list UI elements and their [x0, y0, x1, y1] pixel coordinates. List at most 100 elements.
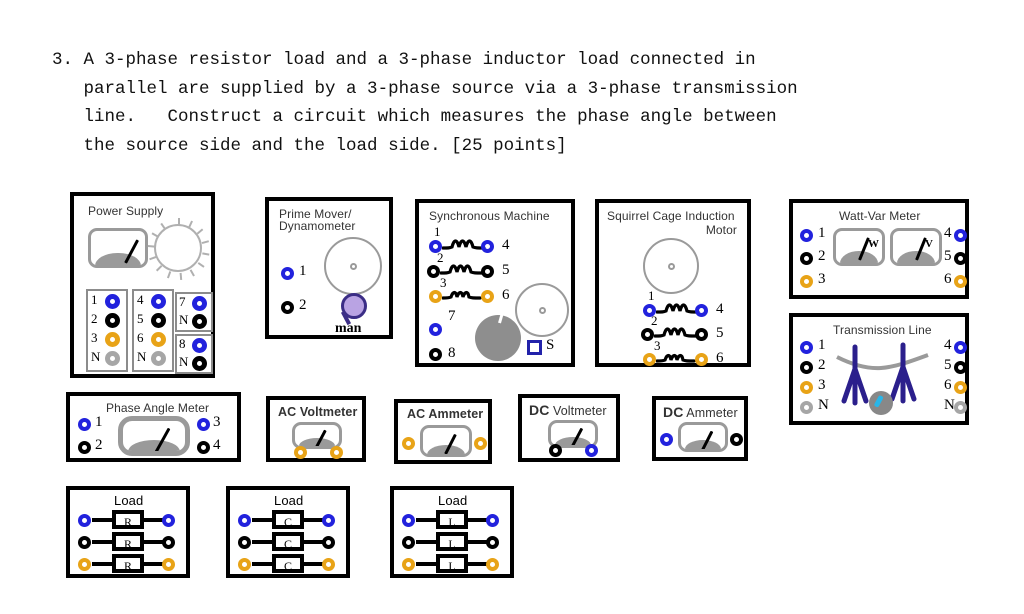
- terminal-8[interactable]: [192, 338, 207, 353]
- terminal-5[interactable]: [954, 252, 967, 265]
- panel-load-resistor[interactable]: Load R R R: [66, 486, 190, 578]
- terminal-right-2[interactable]: [162, 536, 175, 549]
- terminal-n[interactable]: [151, 351, 166, 366]
- terminal-3[interactable]: [105, 332, 120, 347]
- terminal-3[interactable]: [197, 418, 210, 431]
- terminal-n[interactable]: [192, 356, 207, 371]
- terminal-right-1[interactable]: [322, 514, 335, 527]
- dial-tick: [196, 228, 203, 235]
- terminal-label: 1: [91, 292, 98, 307]
- panel-synchronous-machine[interactable]: Synchronous Machine 1 4 2 5 3 6 7 8 S: [415, 199, 575, 367]
- terminal-left-3[interactable]: [402, 558, 415, 571]
- panel-dc-ammeter[interactable]: DC Ammeter: [652, 396, 748, 461]
- terminal-7[interactable]: [192, 296, 207, 311]
- terminal-left-3[interactable]: [238, 558, 251, 571]
- terminal-2[interactable]: [281, 301, 294, 314]
- terminal-left[interactable]: [402, 437, 415, 450]
- dial-tick: [178, 218, 180, 225]
- terminal-4[interactable]: [954, 341, 967, 354]
- terminal-left-2[interactable]: [402, 536, 415, 549]
- terminal-right[interactable]: [474, 437, 487, 450]
- terminal-right[interactable]: [585, 444, 598, 457]
- terminal-5[interactable]: [151, 313, 166, 328]
- transmission-line-knob[interactable]: [869, 391, 893, 415]
- terminal-right[interactable]: [330, 446, 343, 459]
- terminal-4[interactable]: [481, 240, 494, 253]
- terminal-4[interactable]: [954, 229, 967, 242]
- terminal-6[interactable]: [151, 332, 166, 347]
- panel-watt-var-meter[interactable]: Watt-Var Meter 1 2 3 W V 4 5 6: [789, 199, 969, 299]
- terminal-n[interactable]: [105, 351, 120, 366]
- terminal-3[interactable]: [800, 381, 813, 394]
- terminal-left[interactable]: [549, 444, 562, 457]
- terminal-5[interactable]: [481, 265, 494, 278]
- terminal-left-1[interactable]: [78, 514, 91, 527]
- panel-dc-voltmeter[interactable]: DC Voltmeter: [518, 394, 620, 462]
- terminal-right-3[interactable]: [162, 558, 175, 571]
- terminal-4[interactable]: [197, 441, 210, 454]
- terminal-right-3[interactable]: [322, 558, 335, 571]
- terminal-3[interactable]: [643, 353, 656, 366]
- man-knob[interactable]: [341, 293, 367, 319]
- terminal-n[interactable]: [800, 401, 813, 414]
- terminal-right-2[interactable]: [486, 536, 499, 549]
- terminal-right-1[interactable]: [162, 514, 175, 527]
- synchronous-machine-title: Synchronous Machine: [429, 209, 550, 223]
- terminal-1[interactable]: [800, 229, 813, 242]
- terminal-right-3[interactable]: [486, 558, 499, 571]
- panel-transmission-line[interactable]: Transmission Line 1 2 3 N 4 5 6 N: [789, 313, 969, 425]
- terminal-6[interactable]: [954, 381, 967, 394]
- terminal-2[interactable]: [641, 328, 654, 341]
- terminal-label: 5: [502, 262, 510, 278]
- terminal-n[interactable]: [192, 314, 207, 329]
- phase-angle-meter-title: Phase Angle Meter: [106, 401, 210, 415]
- terminal-1[interactable]: [800, 341, 813, 354]
- terminal-right-1[interactable]: [486, 514, 499, 527]
- terminal-5[interactable]: [954, 361, 967, 374]
- panel-prime-mover-dynamometer[interactable]: Prime Mover/ Dynamometer 1 2 man: [265, 197, 393, 339]
- terminal-left-1[interactable]: [238, 514, 251, 527]
- power-supply-dial[interactable]: [147, 218, 210, 280]
- terminal-2[interactable]: [800, 252, 813, 265]
- terminal-3[interactable]: [800, 275, 813, 288]
- terminal-left-1[interactable]: [402, 514, 415, 527]
- terminal-left-3[interactable]: [78, 558, 91, 571]
- terminal-8[interactable]: [429, 348, 442, 361]
- terminal-label: 1: [434, 224, 441, 239]
- terminal-2[interactable]: [800, 361, 813, 374]
- prime-mover-title-line2: Dynamometer: [279, 219, 356, 233]
- terminal-6[interactable]: [954, 275, 967, 288]
- terminal-2[interactable]: [105, 313, 120, 328]
- terminal-1[interactable]: [281, 267, 294, 280]
- terminal-3[interactable]: [429, 290, 442, 303]
- terminal-2[interactable]: [78, 441, 91, 454]
- panel-load-inductor[interactable]: Load L L L: [390, 486, 514, 578]
- terminal-left[interactable]: [660, 433, 673, 446]
- terminal-n[interactable]: [954, 401, 967, 414]
- terminal-6[interactable]: [695, 353, 708, 366]
- terminal-label: N: [179, 354, 189, 369]
- terminal-label: 4: [502, 237, 510, 253]
- terminal-left[interactable]: [294, 446, 307, 459]
- terminal-right-2[interactable]: [322, 536, 335, 549]
- terminal-left-2[interactable]: [238, 536, 251, 549]
- panel-phase-angle-meter[interactable]: Phase Angle Meter 1 2 3 4: [66, 392, 241, 462]
- terminal-s[interactable]: [527, 340, 542, 355]
- terminal-5[interactable]: [695, 328, 708, 341]
- panel-squirrel-cage-induction-motor[interactable]: Squirrel Cage Induction Motor 1 4 2 5 3 …: [595, 199, 751, 367]
- terminal-4[interactable]: [695, 304, 708, 317]
- terminal-1[interactable]: [105, 294, 120, 309]
- dial-tick: [160, 223, 166, 230]
- terminal-2[interactable]: [427, 265, 440, 278]
- terminal-1[interactable]: [78, 418, 91, 431]
- terminal-7[interactable]: [429, 323, 442, 336]
- load-wire: [302, 540, 324, 544]
- terminal-6[interactable]: [481, 290, 494, 303]
- panel-load-capacitor[interactable]: Load C C C: [226, 486, 350, 578]
- panel-power-supply[interactable]: Power Supply 1 2 3 N 4 5 6 N 7 N 8 N: [70, 192, 215, 378]
- terminal-right[interactable]: [730, 433, 743, 446]
- panel-ac-voltmeter[interactable]: AC Voltmeter: [266, 396, 366, 462]
- panel-ac-ammeter[interactable]: AC Ammeter: [394, 399, 492, 464]
- terminal-left-2[interactable]: [78, 536, 91, 549]
- terminal-4[interactable]: [151, 294, 166, 309]
